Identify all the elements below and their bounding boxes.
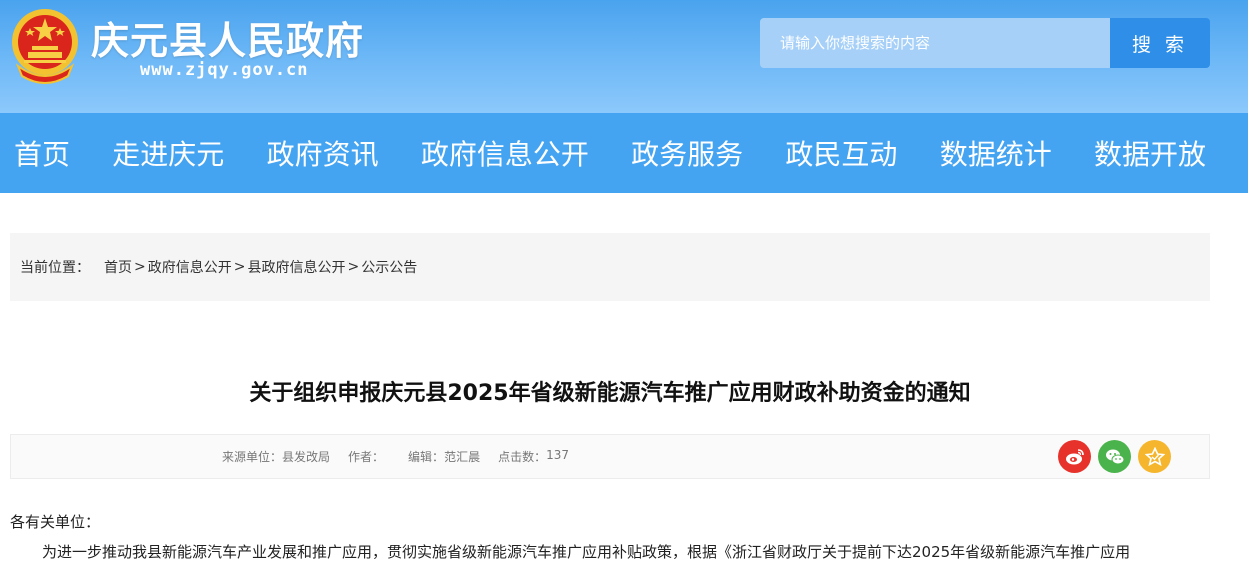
breadcrumb-link-home[interactable]: 首页 <box>104 257 132 277</box>
site-title[interactable]: 庆元县人民政府 <box>91 10 364 65</box>
meta-author-label: 作者： <box>348 450 385 464</box>
breadcrumb-separator: > <box>233 259 246 275</box>
share-weibo-button[interactable] <box>1058 440 1091 473</box>
site-header: 庆元县人民政府 www.zjqy.gov.cn 搜 索 <box>0 0 1248 113</box>
wechat-icon <box>1105 449 1124 464</box>
share-buttons <box>1058 440 1171 473</box>
breadcrumb-link-info-disclosure[interactable]: 政府信息公开 <box>148 257 232 277</box>
nav-item-home[interactable]: 首页 <box>14 133 70 173</box>
share-favorite-button[interactable] <box>1138 440 1171 473</box>
breadcrumb-link-announcements[interactable]: 公示公告 <box>361 257 417 277</box>
meta-source-value: 县发改局 <box>282 450 331 464</box>
article-title: 关于组织申报庆元县2025年省级新能源汽车推广应用财政补助资金的通知 <box>249 381 971 406</box>
breadcrumb-label: 当前位置： <box>20 260 90 276</box>
nav-item-news[interactable]: 政府资讯 <box>267 133 379 173</box>
meta-editor-label: 编辑： <box>408 450 445 464</box>
star-icon <box>1144 446 1165 466</box>
share-wechat-button[interactable] <box>1098 440 1131 473</box>
search-button[interactable]: 搜 索 <box>1110 18 1210 68</box>
meta-source-label: 来源单位： <box>222 450 283 464</box>
nav-item-interaction[interactable]: 政民互动 <box>785 133 897 173</box>
article-paragraph: 为进一步推动我县新能源汽车产业发展和推广应用，贯彻实施省级新能源汽车推广应用补贴… <box>42 543 1131 561</box>
nav-item-services[interactable]: 政务服务 <box>631 133 743 173</box>
nav-item-statistics[interactable]: 数据统计 <box>940 133 1052 173</box>
meta-clicks-label: 点击数： <box>498 450 547 464</box>
meta-clicks-value: 137 <box>546 448 569 462</box>
breadcrumb: 当前位置： 首页 > 政府信息公开 > 县政府信息公开 > 公示公告 <box>10 233 1210 301</box>
nav-item-about[interactable]: 走进庆元 <box>112 133 224 173</box>
meta-editor-value: 范汇晨 <box>444 450 481 464</box>
nav-item-info-disclosure[interactable]: 政府信息公开 <box>421 133 589 173</box>
main-nav: 首页 走进庆元 政府资讯 政府信息公开 政务服务 政民互动 数据统计 数据开放 <box>0 113 1248 193</box>
breadcrumb-separator: > <box>347 259 360 275</box>
article-meta: 来源单位： 县发改局 作者： 编辑： 范汇晨 点击数： 137 <box>222 448 569 465</box>
breadcrumb-link-county-info[interactable]: 县政府信息公开 <box>247 257 345 277</box>
search-input[interactable] <box>760 18 1110 68</box>
site-domain: www.zjqy.gov.cn <box>140 60 309 80</box>
national-emblem-icon[interactable] <box>8 6 82 84</box>
nav-item-open-data[interactable]: 数据开放 <box>1094 133 1206 173</box>
weibo-icon <box>1065 448 1084 464</box>
breadcrumb-separator: > <box>134 259 146 275</box>
article-greeting: 各有关单位： <box>10 513 101 531</box>
article-meta-bar: 来源单位： 县发改局 作者： 编辑： 范汇晨 点击数： 137 <box>10 434 1210 479</box>
